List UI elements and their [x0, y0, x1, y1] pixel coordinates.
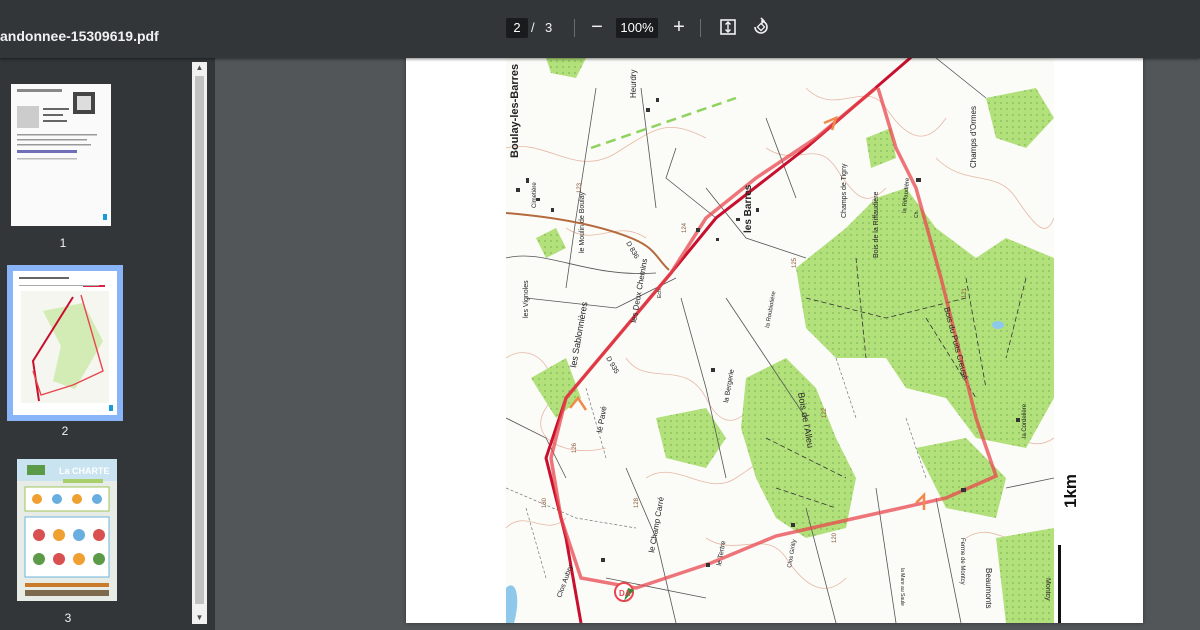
elevation-label: 125	[792, 257, 798, 268]
map-label: Bois de la Riffaudière	[873, 191, 880, 258]
map-label: Ech.	[657, 288, 663, 298]
pdf-page-2: DA Boulay-les-Barres les Barres Heurdry …	[406, 58, 1143, 623]
map-label: Champs de Tigny	[841, 163, 848, 218]
map-label: Cimetière	[532, 182, 538, 208]
elevation-label: 124	[682, 222, 688, 233]
map-label: Heurdry	[629, 70, 638, 98]
elevation-label: 123	[577, 182, 583, 193]
pdf-toolbar: andonnee-15309619.pdf 2 / 3 − 100% +	[0, 0, 1200, 58]
thumbnail-3-number: 3	[64, 611, 72, 625]
toolbar-divider	[574, 19, 575, 37]
scrollbar-thumb[interactable]	[195, 76, 204, 604]
map-label: le Moulin de Boulay	[579, 191, 586, 253]
fit-page-icon	[720, 19, 736, 35]
map-label: Ch.	[914, 210, 920, 218]
map-label: la Cordelière	[1022, 403, 1028, 438]
zoom-in-button[interactable]: +	[666, 14, 692, 40]
thumbnail-3-preview: La CHARTE	[17, 459, 117, 601]
start-marker-label: DA	[619, 589, 631, 598]
map-label: les Vignoles	[523, 280, 530, 318]
scroll-down-arrow-icon[interactable]: ▼	[192, 612, 207, 624]
elevation-label: 122	[822, 407, 828, 418]
elevation-label: 128	[634, 497, 640, 508]
fit-page-button[interactable]	[715, 14, 741, 40]
page-thumbnail-3[interactable]: La CHARTE	[17, 459, 117, 601]
thumbnail-3-heading: La CHARTE	[59, 466, 110, 476]
scale-bar	[1058, 545, 1061, 623]
elevation-label: 121	[962, 287, 968, 298]
zoom-out-button[interactable]: −	[584, 14, 610, 40]
sidebar-scrollbar[interactable]: ▲ ▼	[192, 62, 207, 624]
elevation-label: 126	[572, 442, 578, 453]
map-label: les Barres	[743, 184, 754, 233]
map-label: Beaumonts	[984, 568, 993, 608]
total-pages: 3	[545, 20, 553, 35]
scroll-up-arrow-icon[interactable]: ▲	[192, 62, 207, 74]
thumbnail-1-preview	[11, 84, 111, 226]
rotate-icon	[754, 17, 768, 34]
rotate-button[interactable]	[748, 14, 774, 40]
elevation-label: 120	[832, 532, 838, 543]
scale-label: 1km	[1061, 473, 1080, 508]
current-page-input[interactable]: 2	[506, 18, 528, 38]
map-label: Champs d'Ormes	[969, 106, 978, 168]
elevation-label: 130	[542, 497, 548, 508]
map-label: Boulay-les-Barres	[509, 64, 521, 158]
page-separator: /	[531, 20, 535, 35]
toolbar-divider	[700, 19, 701, 37]
page-thumbnail-1[interactable]	[11, 84, 111, 226]
thumbnail-2-number: 2	[61, 424, 69, 438]
map-label: Montcy	[1044, 578, 1051, 601]
thumbnail-2-preview	[13, 271, 117, 415]
thumbnail-sidebar: 1 2 La CHARTE 3	[0, 58, 215, 630]
document-title: andonnee-15309619.pdf	[0, 28, 159, 44]
map-drawing: DA Boulay-les-Barres les Barres Heurdry …	[505, 58, 1055, 623]
map-label: la Mare au Saule	[899, 568, 905, 606]
thumbnail-1-number: 1	[59, 236, 67, 250]
zoom-level-input[interactable]: 100%	[616, 18, 658, 38]
topographic-map: DA Boulay-les-Barres les Barres Heurdry …	[505, 58, 1055, 623]
map-label: Ferme de Montcy	[959, 538, 965, 585]
page-thumbnail-2[interactable]	[7, 265, 123, 421]
